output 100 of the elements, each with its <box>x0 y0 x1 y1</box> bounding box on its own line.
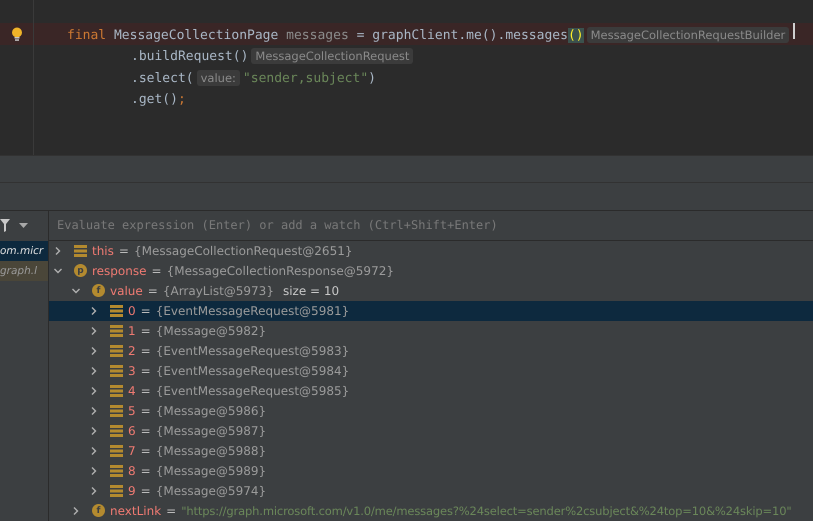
list-icon <box>74 244 87 257</box>
list-icon <box>110 484 123 497</box>
list-icon <box>110 384 123 397</box>
variable-value: {Message@5988} <box>156 444 266 458</box>
list-icon <box>110 364 123 377</box>
code-token: ) <box>368 71 376 86</box>
variable-name: 0 <box>128 304 136 318</box>
variable-row[interactable]: f nextLink = "https://graph.microsoft.com/v1.0/me/messages?%24select=sender%2csubject&%24top=10&%24skip=10" <box>49 500 813 521</box>
code-token: .get() <box>131 92 178 107</box>
variable-value: {Message@5974} <box>156 484 266 498</box>
variable-value: {Message@5989} <box>156 464 266 478</box>
variable-value: {MessageCollectionRequest@2651} <box>134 244 352 258</box>
code-token: .buildRequest() <box>131 49 248 64</box>
variable-value: {Message@5987} <box>156 424 266 438</box>
equals-sign: = <box>140 324 151 338</box>
chevron-down-icon[interactable] <box>71 286 81 296</box>
chevron-right-icon[interactable] <box>71 506 81 516</box>
inlay-hint: value: <box>196 70 240 86</box>
chevron-right-icon[interactable] <box>53 246 63 256</box>
variable-name: 1 <box>128 324 136 338</box>
lightbulb-icon[interactable] <box>10 26 22 42</box>
variable-name: 2 <box>128 344 136 358</box>
list-icon <box>110 404 123 417</box>
equals-sign: = <box>140 444 151 458</box>
variable-row[interactable]: 0 = {EventMessageRequest@5981} <box>49 300 813 321</box>
filter-icon[interactable] <box>0 219 10 232</box>
code-token: "sender,subject" <box>242 71 368 86</box>
dropdown-arrow-icon[interactable] <box>19 223 28 228</box>
variable-name: 7 <box>128 444 136 458</box>
variable-row[interactable]: 7 = {Message@5988} <box>49 440 813 461</box>
equals-sign: = <box>140 404 151 418</box>
variable-name: nextLink <box>110 504 162 518</box>
equals-sign: = <box>152 264 162 278</box>
list-icon <box>110 424 123 437</box>
variable-value: {EventMessageRequest@5984} <box>156 364 350 378</box>
variable-row[interactable]: 3 = {EventMessageRequest@5984} <box>49 360 813 381</box>
text-caret <box>793 23 795 39</box>
equals-sign: = <box>140 424 151 438</box>
code-token: final <box>67 28 108 43</box>
chevron-right-icon[interactable] <box>89 326 99 336</box>
list-icon <box>110 324 123 337</box>
equals-sign: = <box>140 484 151 498</box>
variable-row[interactable]: 9 = {Message@5974} <box>49 480 813 501</box>
variable-row[interactable]: 2 = {EventMessageRequest@5983} <box>49 340 813 361</box>
equals-sign: = <box>166 504 176 518</box>
variable-name: 4 <box>128 384 136 398</box>
variable-row[interactable]: 6 = {Message@5987} <box>49 420 813 441</box>
size-label: size = 10 <box>282 284 340 298</box>
variable-name: 8 <box>128 464 136 478</box>
stack-frame[interactable]: graph.l <box>0 260 48 281</box>
variable-name: value <box>110 284 143 298</box>
code-token: .select( <box>131 71 194 86</box>
equals-sign: = <box>140 364 151 378</box>
chevron-right-icon[interactable] <box>89 486 99 496</box>
list-icon <box>110 444 123 457</box>
chevron-right-icon[interactable] <box>89 366 99 376</box>
variable-value: {ArrayList@5973} <box>162 284 274 298</box>
variable-value: {Message@5982} <box>156 324 266 338</box>
equals-sign: = <box>118 244 129 258</box>
variable-row[interactable]: p response = {MessageCollectionResponse@5972} <box>49 260 813 281</box>
inlay-hint: MessageCollectionRequest <box>251 48 414 64</box>
f-badge-icon: f <box>92 504 105 518</box>
inlay-hint: MessageCollectionRequestBuilder <box>586 27 790 43</box>
chevron-right-icon[interactable] <box>89 426 99 436</box>
variable-name: 9 <box>128 484 136 498</box>
variable-value: {EventMessageRequest@5981} <box>156 304 350 318</box>
variable-value: {MessageCollectionResponse@5972} <box>166 264 394 278</box>
variable-name: 3 <box>128 364 136 378</box>
equals-sign: = <box>140 384 151 398</box>
chevron-right-icon[interactable] <box>89 406 99 416</box>
code-token: MessageCollectionPage <box>114 28 280 43</box>
variable-value: {EventMessageRequest@5983} <box>156 344 350 358</box>
chevron-right-icon[interactable] <box>89 306 99 316</box>
equals-sign: = <box>140 344 151 358</box>
variable-row[interactable]: f value = {ArrayList@5973} size = 10 <box>49 280 813 301</box>
chevron-right-icon[interactable] <box>89 346 99 356</box>
stack-frame[interactable]: om.micr <box>0 240 48 261</box>
list-icon <box>110 304 123 317</box>
chevron-right-icon[interactable] <box>89 466 99 476</box>
code-token: messages <box>286 28 350 43</box>
variable-row[interactable]: 5 = {Message@5986} <box>49 400 813 421</box>
variable-row[interactable]: 1 = {Message@5982} <box>49 320 813 341</box>
code-token: ; <box>178 92 186 107</box>
variable-name: this <box>92 244 114 258</box>
equals-sign: = <box>140 304 151 318</box>
list-icon <box>110 344 123 357</box>
equals-sign: = <box>148 284 158 298</box>
variable-row[interactable]: this = {MessageCollectionRequest@2651} <box>49 240 813 261</box>
variable-name: 6 <box>128 424 136 438</box>
chevron-down-icon[interactable] <box>53 266 63 276</box>
equals-sign: = <box>140 464 151 478</box>
chevron-right-icon[interactable] <box>89 386 99 396</box>
p-badge-icon: p <box>74 264 87 278</box>
chevron-right-icon[interactable] <box>89 446 99 456</box>
variable-value: {Message@5986} <box>156 404 266 418</box>
variable-row[interactable]: 4 = {EventMessageRequest@5985} <box>49 380 813 401</box>
f-badge-icon: f <box>92 284 105 298</box>
string-value: "https://graph.microsoft.com/v1.0/me/messages?%24select=sender%2csubject&%24top=10&%24skip=10" <box>181 504 792 518</box>
variable-row[interactable]: 8 = {Message@5989} <box>49 460 813 481</box>
matched-parentheses: () <box>568 28 584 43</box>
